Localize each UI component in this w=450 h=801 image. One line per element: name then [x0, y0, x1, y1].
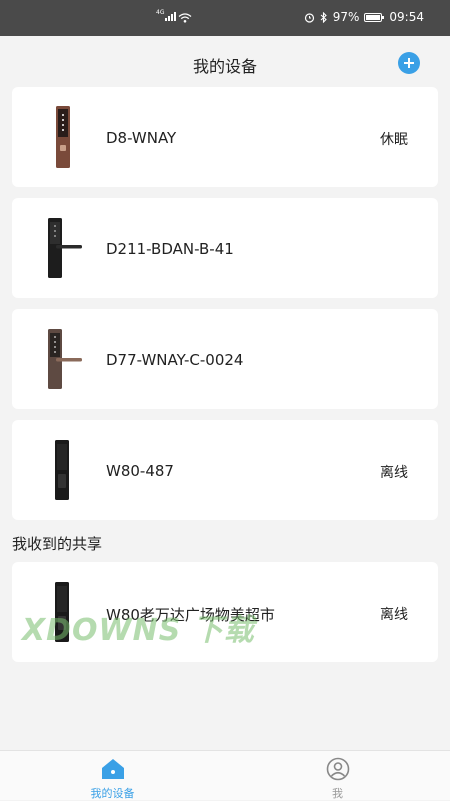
tab-my-devices[interactable]: 我的设备: [0, 751, 225, 801]
bottom-tab-bar: 我的设备 我: [0, 750, 450, 800]
device-name: D211-BDAN-B-41: [106, 240, 234, 258]
battery-icon: [364, 12, 385, 22]
device-card[interactable]: D211-BDAN-B-41: [12, 198, 438, 298]
app-header: 我的设备: [0, 36, 450, 86]
device-card[interactable]: W80-487 离线: [12, 420, 438, 520]
status-bar: 4G 97% 09:54: [0, 0, 450, 36]
shared-section-title: 我收到的共享: [12, 535, 103, 553]
signal-icon: [165, 12, 176, 21]
device-status: 离线: [380, 465, 408, 481]
home-icon: [102, 759, 124, 779]
add-device-button[interactable]: [398, 52, 420, 74]
tab-me[interactable]: 我: [225, 751, 450, 801]
watermark-logo: XDOWNS 下载: [22, 613, 255, 648]
clock: 09:54: [389, 10, 424, 24]
device-name: W80-487: [106, 462, 174, 480]
smart-lock-image: [56, 106, 70, 168]
plus-icon: [404, 58, 414, 68]
network-type: 4G: [156, 9, 165, 16]
device-name: D8-WNAY: [106, 129, 177, 147]
smart-lock-image: [48, 218, 82, 278]
smart-lock-image: [48, 329, 82, 389]
tab-label: 我: [332, 787, 343, 800]
battery-percent: 97%: [332, 10, 360, 24]
alarm-icon: [304, 12, 314, 23]
device-card[interactable]: D8-WNAY 休眠: [12, 87, 438, 187]
user-icon: [326, 757, 350, 781]
bluetooth-icon: [320, 11, 327, 23]
device-status: 休眠: [380, 132, 408, 148]
wifi-icon: [178, 13, 192, 23]
device-name: D77-WNAY-C-0024: [106, 351, 244, 369]
smart-lock-image: [55, 440, 69, 500]
tab-label: 我的设备: [90, 787, 135, 800]
device-status: 离线: [380, 607, 408, 623]
page-title: 我的设备: [192, 57, 257, 76]
device-card[interactable]: D77-WNAY-C-0024: [12, 309, 438, 409]
